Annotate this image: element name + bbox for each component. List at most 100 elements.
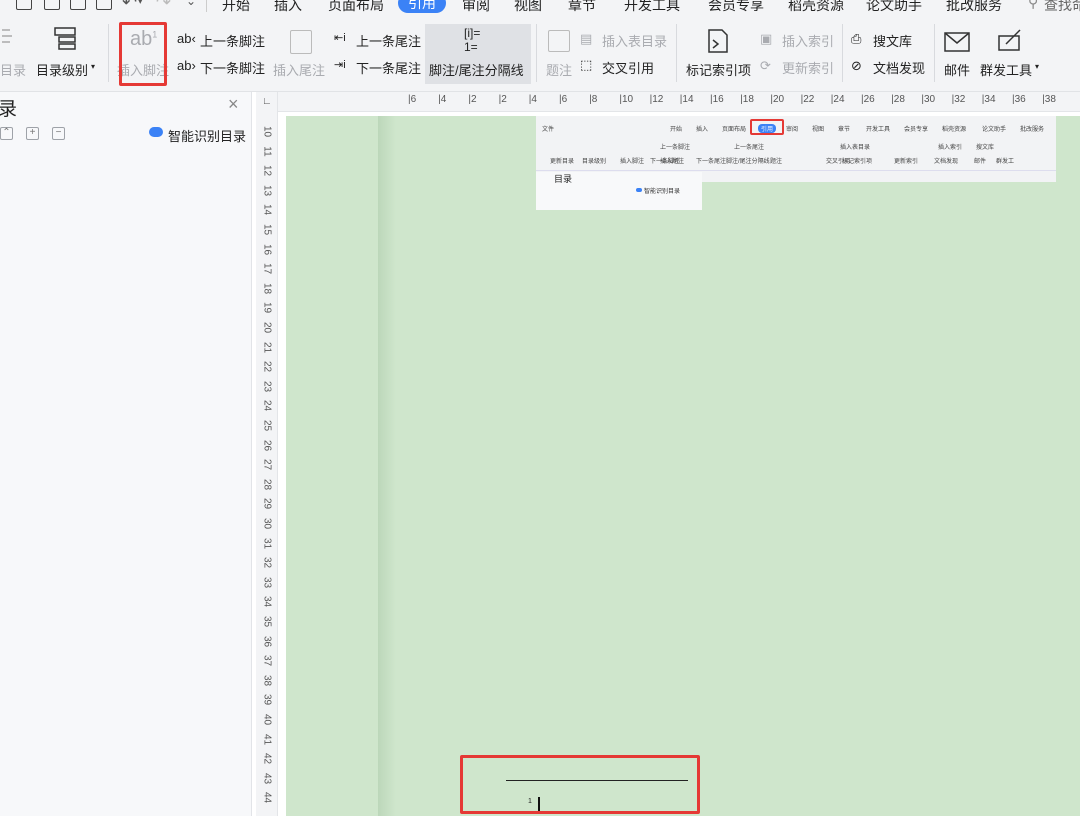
undo-dropdown-icon[interactable]: ▾ <box>138 0 143 7</box>
expand-icon[interactable]: + <box>26 127 39 140</box>
collapse-icon[interactable]: ⌃ <box>0 127 13 140</box>
document-page[interactable] <box>286 116 1080 816</box>
vertical-ruler-tick: 44 <box>261 792 273 804</box>
thumb-row2-item: 文档发现 <box>934 159 959 165</box>
insert-endnote-icon <box>290 30 312 54</box>
vertical-ruler-tick: 10 <box>261 125 273 138</box>
thumb-toc-title: 目录 <box>554 174 573 184</box>
thumb-ruler-line <box>536 170 1056 171</box>
close-icon[interactable]: × <box>228 94 239 115</box>
mass-tools-dropdown-icon[interactable]: ▾ <box>1035 62 1039 71</box>
search-icon[interactable]: ⚲ <box>1028 0 1038 11</box>
toc-level-button[interactable]: 目录级别 <box>36 60 88 79</box>
tab-chapter[interactable]: 章节 <box>568 0 596 15</box>
tab-stop-icon[interactable]: ∟ <box>262 96 272 107</box>
tab-correction[interactable]: 批改服务 <box>946 0 1002 15</box>
smart-toc-button[interactable]: 智能识别目录 <box>168 126 246 145</box>
undo-icon[interactable]: ↶ <box>122 0 137 13</box>
thumb-file-label: 文件 <box>542 127 555 133</box>
horizontal-ruler-tick: |16 <box>710 94 724 105</box>
vertical-ruler-tick: 28 <box>261 478 273 490</box>
separator-button[interactable]: 脚注/尾注分隔线 <box>429 60 524 79</box>
page-margin-shadow <box>378 116 396 816</box>
menu-bar: ↶ ▾ ↷ ⌄ 开始 插入 页面布局 引用 审阅 视图 章节 开发工具 会员专享… <box>0 0 1080 18</box>
redo-icon[interactable]: ↷ <box>156 0 171 13</box>
caption-icon <box>548 30 570 52</box>
vertical-ruler-tick: 23 <box>261 380 273 392</box>
mark-index-button[interactable]: 标记索引项 <box>686 60 751 79</box>
horizontal-ruler-tick: |10 <box>619 94 634 105</box>
horizontal-ruler-tick: |26 <box>861 94 875 105</box>
thumb-smart-toc: 智能识别目录 <box>644 189 681 195</box>
search-lib-icon: ⎙ <box>851 31 862 46</box>
mail-button[interactable]: 邮件 <box>944 60 970 79</box>
thumb-tab: 开发工具 <box>866 127 891 133</box>
insert-table-toc-button[interactable]: 插入表目录 <box>602 31 667 50</box>
horizontal-ruler-tick: |6 <box>408 94 417 105</box>
export-icon[interactable] <box>44 0 60 10</box>
tab-home[interactable]: 开始 <box>222 0 250 15</box>
tab-docer[interactable]: 稻壳资源 <box>788 0 844 15</box>
tab-member[interactable]: 会员专享 <box>708 0 764 15</box>
thumb-row2-item: 更新索引 <box>894 159 919 165</box>
thumb-row2-item: 邮件 <box>974 159 987 165</box>
vertical-ruler-tick: 33 <box>261 576 273 588</box>
vertical-ruler-tick: 30 <box>261 517 273 530</box>
menu-divider <box>206 0 207 12</box>
next-endnote-button[interactable]: 下一条尾注 <box>356 58 421 77</box>
save-icon[interactable] <box>16 0 32 10</box>
insert-index-button[interactable]: 插入索引 <box>782 31 834 50</box>
horizontal-ruler-tick: |4 <box>528 94 537 105</box>
horizontal-ruler-tick: |8 <box>589 94 598 105</box>
mass-tools-button[interactable]: 群发工具 <box>980 60 1032 79</box>
vertical-ruler-tick: 17 <box>261 263 273 275</box>
tab-review[interactable]: 审阅 <box>462 0 490 15</box>
toc-level-icon <box>54 27 76 50</box>
doc-discover-button[interactable]: 文档发现 <box>873 58 925 77</box>
prev-endnote-button[interactable]: 上一条尾注 <box>356 31 421 50</box>
vertical-ruler-tick: 20 <box>261 321 273 334</box>
print-preview-icon[interactable] <box>96 0 112 10</box>
vertical-ruler-tick: 12 <box>261 165 273 177</box>
vertical-ruler-tick: 31 <box>261 537 273 549</box>
vertical-ruler-tick: 38 <box>261 674 273 686</box>
toc-button[interactable]: 目录 <box>0 60 26 79</box>
thumb-row1-item: 上一条脚注 <box>660 145 691 151</box>
horizontal-ruler-tick: |28 <box>891 94 905 105</box>
print-icon[interactable] <box>70 0 86 10</box>
thumb-row2-item: 题注 <box>770 159 783 165</box>
vertical-ruler-tick: 27 <box>261 459 273 471</box>
thumb-tab: 论文助手 <box>982 127 1007 133</box>
prev-endnote-icon: ⇤i <box>334 32 346 44</box>
vertical-ruler-tick: 34 <box>261 596 273 608</box>
cross-ref-button[interactable]: 交叉引用 <box>602 58 654 77</box>
insert-endnote-button[interactable]: 插入尾注 <box>273 60 325 79</box>
horizontal-ruler-tick: |24 <box>830 94 845 105</box>
ribbon-toolbar: 目录 目录级别 ▾ ab1 插入脚注 ab‹ 上一条脚注 ab› 下一条脚注 插… <box>0 18 1080 92</box>
embedded-screenshot[interactable]: 文件 开始 插入 页面布局 引用 审阅 视图 章节 开发工具 会员专享 稻壳资源 论文助手 批改服务 … <box>536 116 1056 210</box>
search-label[interactable]: 查找命 <box>1044 0 1080 15</box>
update-index-button[interactable]: 更新索引 <box>782 58 834 77</box>
prev-footnote-button[interactable]: 上一条脚注 <box>200 31 265 50</box>
tab-view[interactable]: 视图 <box>514 0 542 15</box>
toc-icon[interactable] <box>0 26 14 50</box>
separator-icon: [i]= 1= <box>464 26 481 54</box>
highlight-insert-footnote <box>119 22 167 86</box>
toc-level-dropdown-icon[interactable]: ▾ <box>91 62 95 71</box>
vertical-ruler-tick: 29 <box>261 498 273 510</box>
thumb-row1-item: 插入索引 <box>938 145 963 151</box>
tab-paper-assistant[interactable]: 论文助手 <box>866 0 922 15</box>
more-icon[interactable]: ⌄ <box>186 0 196 8</box>
tab-developer[interactable]: 开发工具 <box>624 0 680 15</box>
thumb-row2-item: 群发工 <box>996 159 1015 165</box>
next-footnote-button[interactable]: 下一条脚注 <box>200 58 265 77</box>
tab-insert[interactable]: 插入 <box>274 0 302 15</box>
tab-references[interactable]: 引用 <box>398 0 446 13</box>
next-endnote-icon: ⇥i <box>334 59 346 71</box>
minus-icon[interactable]: − <box>52 127 65 140</box>
caption-button[interactable]: 题注 <box>546 60 572 79</box>
tab-page-layout[interactable]: 页面布局 <box>328 0 384 15</box>
toc-panel: 录 × ⌃ + − 智能识别目录 <box>0 92 252 816</box>
search-lib-button[interactable]: 搜文库 <box>873 31 912 50</box>
vertical-ruler-tick: 32 <box>261 557 273 569</box>
